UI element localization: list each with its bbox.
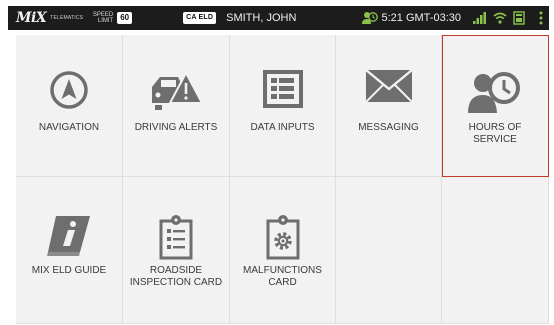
clock-time: 5:21 GMT-03:30 — [381, 12, 462, 24]
overflow-menu-icon[interactable] — [539, 11, 543, 25]
signal-icon — [473, 12, 487, 24]
tile-data-inputs[interactable]: DATA INPUTS — [230, 35, 336, 177]
tile-hours-of-service[interactable]: HOURS OF SERVICE — [442, 35, 549, 177]
app-tile-grid: NAVIGATION DRIVING ALERTS DATA INPUTS ME… — [16, 35, 549, 324]
tile-label: MESSAGING — [358, 122, 419, 133]
tile-label: MIX ELD GUIDE — [31, 265, 107, 276]
roadside-inspection-card-icon — [158, 214, 194, 265]
tile-navigation[interactable]: NAVIGATION — [16, 35, 123, 177]
tile-roadside-inspection-card[interactable]: ROADSIDE INSPECTION CARD — [123, 177, 230, 324]
tile-label: MALFUNCTIONS CARD — [243, 265, 322, 288]
tile-malfunctions-card[interactable]: MALFUNCTIONS CARD — [230, 177, 336, 324]
tile-label: NAVIGATION — [38, 122, 100, 133]
duty-clock-icon — [361, 11, 378, 25]
status-right-group: 5:21 GMT-03:30 — [361, 6, 550, 30]
status-bar: MiX TELEMATICS SPEED LIMIT 60 CA ELD SMI… — [8, 6, 549, 30]
driving-alerts-icon — [148, 69, 204, 116]
malfunctions-card-icon — [265, 214, 301, 265]
hours-of-service-icon — [468, 69, 522, 118]
battery-icon — [513, 11, 525, 25]
brand-subtitle: TELEMATICS — [50, 15, 84, 21]
messaging-icon — [364, 69, 413, 108]
wifi-icon — [493, 12, 507, 24]
tile-label: DRIVING ALERTS — [134, 122, 218, 133]
tile-label: HOURS OF SERVICE — [468, 122, 522, 145]
navigation-icon — [48, 69, 90, 116]
driver-name[interactable]: SMITH, JOHN — [226, 12, 296, 24]
tile-driving-alerts[interactable]: DRIVING ALERTS — [123, 35, 230, 177]
eld-badge: CA ELD — [183, 12, 217, 24]
empty-tile — [336, 177, 442, 324]
eld-guide-icon — [46, 214, 92, 263]
speed-limit-label: SPEED LIMIT — [92, 12, 114, 24]
empty-tile — [442, 177, 549, 324]
tile-label: ROADSIDE INSPECTION CARD — [129, 265, 223, 288]
speed-limit-value: 60 — [117, 12, 133, 24]
brand-logo: MiX — [16, 10, 47, 26]
brand: MiX TELEMATICS — [16, 10, 83, 26]
tile-messaging[interactable]: MESSAGING — [336, 35, 442, 177]
data-inputs-icon — [262, 69, 304, 114]
tile-label: DATA INPUTS — [250, 122, 315, 133]
tile-mix-eld-guide[interactable]: MIX ELD GUIDE — [16, 177, 123, 324]
